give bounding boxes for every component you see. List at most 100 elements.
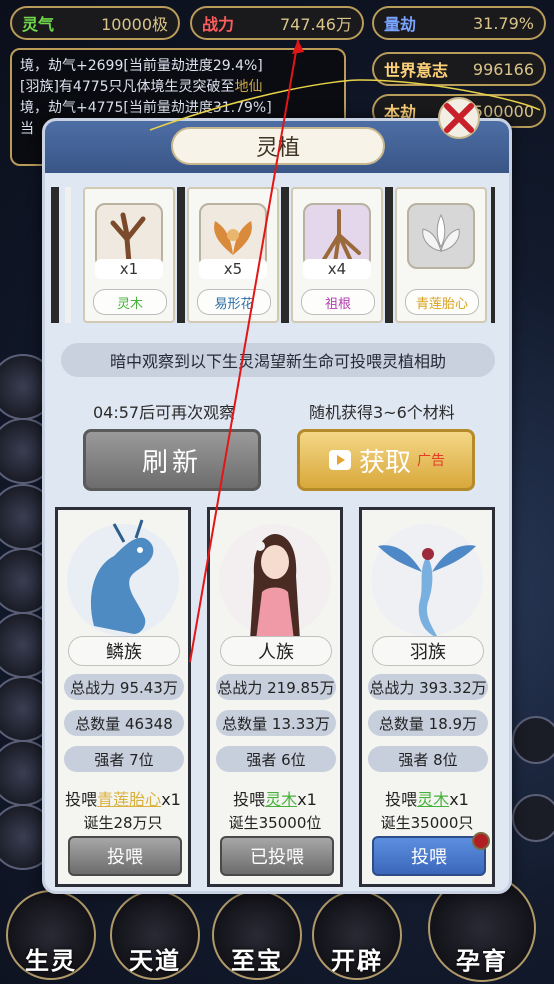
material-card[interactable]: x5 易形花 xyxy=(187,187,279,323)
material-card-edge xyxy=(281,187,289,323)
feed-prefix: 投喂 xyxy=(65,790,98,809)
ad-label: 广告 xyxy=(417,453,445,469)
feed-prefix: 投喂 xyxy=(233,790,266,809)
phoenix-portrait xyxy=(371,524,483,638)
feed-button-label: 投喂 xyxy=(107,847,143,868)
feed-requirement: 投喂灵木x1 xyxy=(210,786,340,810)
creature-strong: 强者 6位 xyxy=(216,746,336,772)
log-line-1: 境，劫气+2699[当前量劫进度29.4%] xyxy=(20,58,263,74)
hud-lingqi-label: 灵气 xyxy=(22,15,55,34)
feed-item: 灵木 xyxy=(265,790,298,809)
hud-liangjie-value: 31.79% xyxy=(472,13,534,33)
material-card-edge xyxy=(177,187,185,323)
material-count: x1 xyxy=(95,259,163,279)
creature-count: 总数量 46348 xyxy=(64,710,184,736)
creature-race: 鳞族 xyxy=(68,636,180,666)
log-line-2: [羽族]有4775只凡体境生灵突破至地仙 xyxy=(20,77,336,98)
hud-shijie-label: 世界意志 xyxy=(384,61,449,80)
hud-zhanli: 战力 747.46万 xyxy=(190,6,364,40)
dragon-portrait xyxy=(67,519,179,636)
nav-label: 开辟 xyxy=(331,947,383,975)
material-card-edge xyxy=(51,187,59,323)
dialog-title: 灵植 xyxy=(171,127,385,165)
nav-yunyu[interactable]: 孕育 xyxy=(428,874,536,984)
feed-item: 青莲胎心 xyxy=(97,790,162,809)
hud-zhanli-label: 战力 xyxy=(202,15,235,34)
nav-zhibao[interactable]: 至宝 xyxy=(212,890,302,984)
log-line-2-text: [羽族]有4775只凡体境生灵突破至 xyxy=(20,79,235,95)
feed-suffix: x1 xyxy=(449,790,469,809)
creature-power: 总战力 219.85万 xyxy=(216,674,336,700)
feed-suffix: x1 xyxy=(161,790,181,809)
material-card-edge xyxy=(65,187,71,323)
material-card[interactable]: 青莲胎心 xyxy=(395,187,487,323)
material-name: 易形花 xyxy=(197,289,271,315)
hud-shijie-value: 996166 xyxy=(472,59,534,79)
creature-race: 羽族 xyxy=(372,636,484,666)
feed-suffix: x1 xyxy=(297,790,317,809)
material-count: x5 xyxy=(199,259,267,279)
creature-panel-linzu: 鳞族 总战力 95.43万 总数量 46348 强者 7位 投喂青莲胎心x1 诞… xyxy=(55,507,191,887)
side-button-right[interactable] xyxy=(512,794,554,842)
close-icon[interactable] xyxy=(437,96,481,140)
hud-lingqi: 灵气 10000极 xyxy=(10,6,180,40)
creature-strong: 强者 8位 xyxy=(368,746,488,772)
material-card[interactable]: x4 祖根 xyxy=(291,187,383,323)
feed-button-label: 投喂 xyxy=(411,847,447,868)
observation-notice: 暗中观察到以下生灵渴望新生命可投喂灵植相助 xyxy=(61,343,495,377)
nav-label: 生灵 xyxy=(25,947,77,975)
fed-button[interactable]: 已投喂 xyxy=(220,836,334,876)
notification-dot xyxy=(472,832,490,850)
material-list[interactable]: x1 灵木 x5 易形花 x4 祖根 青莲胎心 xyxy=(45,187,509,327)
play-video-icon xyxy=(328,450,351,470)
feed-button[interactable]: 投喂 xyxy=(372,832,490,876)
nav-shengling[interactable]: 生灵 xyxy=(6,890,96,984)
creature-race: 人族 xyxy=(220,636,332,666)
creature-power: 总战力 393.32万 xyxy=(368,674,488,700)
material-count: x4 xyxy=(303,259,371,279)
material-card[interactable]: x1 灵木 xyxy=(83,187,175,323)
creature-panel-yuzu: 羽族 总战力 393.32万 总数量 18.9万 强者 8位 投喂灵木x1 诞生… xyxy=(359,507,495,887)
nav-label: 孕育 xyxy=(456,947,508,975)
nav-kaipi[interactable]: 开辟 xyxy=(312,890,402,984)
nav-label: 至宝 xyxy=(231,947,283,975)
hud-lingqi-value: 10000极 xyxy=(101,15,168,34)
refresh-label: 刷新 xyxy=(141,447,202,478)
feed-item: 灵木 xyxy=(417,790,450,809)
material-card-edge xyxy=(491,187,495,323)
lingzhi-dialog: 灵植 x1 灵木 x5 易形花 x4 祖根 青莲胎心 暗中观察到以下生灵渴望新生… xyxy=(42,118,512,894)
refresh-button[interactable]: 刷新 xyxy=(83,429,261,491)
hud-zhanli-value: 747.46万 xyxy=(280,15,352,34)
creature-strong: 强者 7位 xyxy=(64,746,184,772)
log-line-2-highlight: 地仙 xyxy=(234,79,263,95)
feed-requirement: 投喂灵木x1 xyxy=(362,786,492,810)
human-portrait xyxy=(219,524,331,640)
birth-reward: 诞生28万只 xyxy=(83,814,163,832)
material-card-edge xyxy=(385,187,393,323)
random-reward-text: 随机获得3~6个材料 xyxy=(309,403,455,422)
birth-reward: 诞生35000只 xyxy=(380,814,474,832)
hud-liangjie[interactable]: 量劫 31.79% xyxy=(372,6,546,40)
feed-button[interactable]: 投喂 xyxy=(68,836,182,876)
feed-button-label: 已投喂 xyxy=(250,847,304,868)
observe-timer: 04:57后可再次观察 xyxy=(93,403,236,422)
log-line-3: 境，劫气+4775[当前量劫进度31.79%] xyxy=(20,100,272,116)
nav-label: 天道 xyxy=(129,947,181,975)
creature-count: 总数量 18.9万 xyxy=(368,710,488,736)
hud-liangjie-label: 量劫 xyxy=(384,15,417,34)
material-name: 祖根 xyxy=(301,289,375,315)
hud-shijie: 世界意志 996166 xyxy=(372,52,546,86)
creature-panel-renzu: 人族 总战力 219.85万 总数量 13.33万 强者 6位 投喂灵木x1 诞… xyxy=(207,507,343,887)
get-materials-button[interactable]: 获取 广告 xyxy=(297,429,475,491)
feed-prefix: 投喂 xyxy=(385,790,418,809)
birth-reward: 诞生35000位 xyxy=(228,814,322,832)
creature-count: 总数量 13.33万 xyxy=(216,710,336,736)
material-name: 青莲胎心 xyxy=(405,289,479,315)
side-button-right[interactable] xyxy=(512,716,554,764)
get-label: 获取 xyxy=(358,447,411,478)
qinglian-taixin-image xyxy=(407,203,475,269)
material-name: 灵木 xyxy=(93,289,167,315)
creature-power: 总战力 95.43万 xyxy=(64,674,184,700)
nav-tiandao[interactable]: 天道 xyxy=(110,890,200,984)
feed-requirement: 投喂青莲胎心x1 xyxy=(58,786,188,810)
